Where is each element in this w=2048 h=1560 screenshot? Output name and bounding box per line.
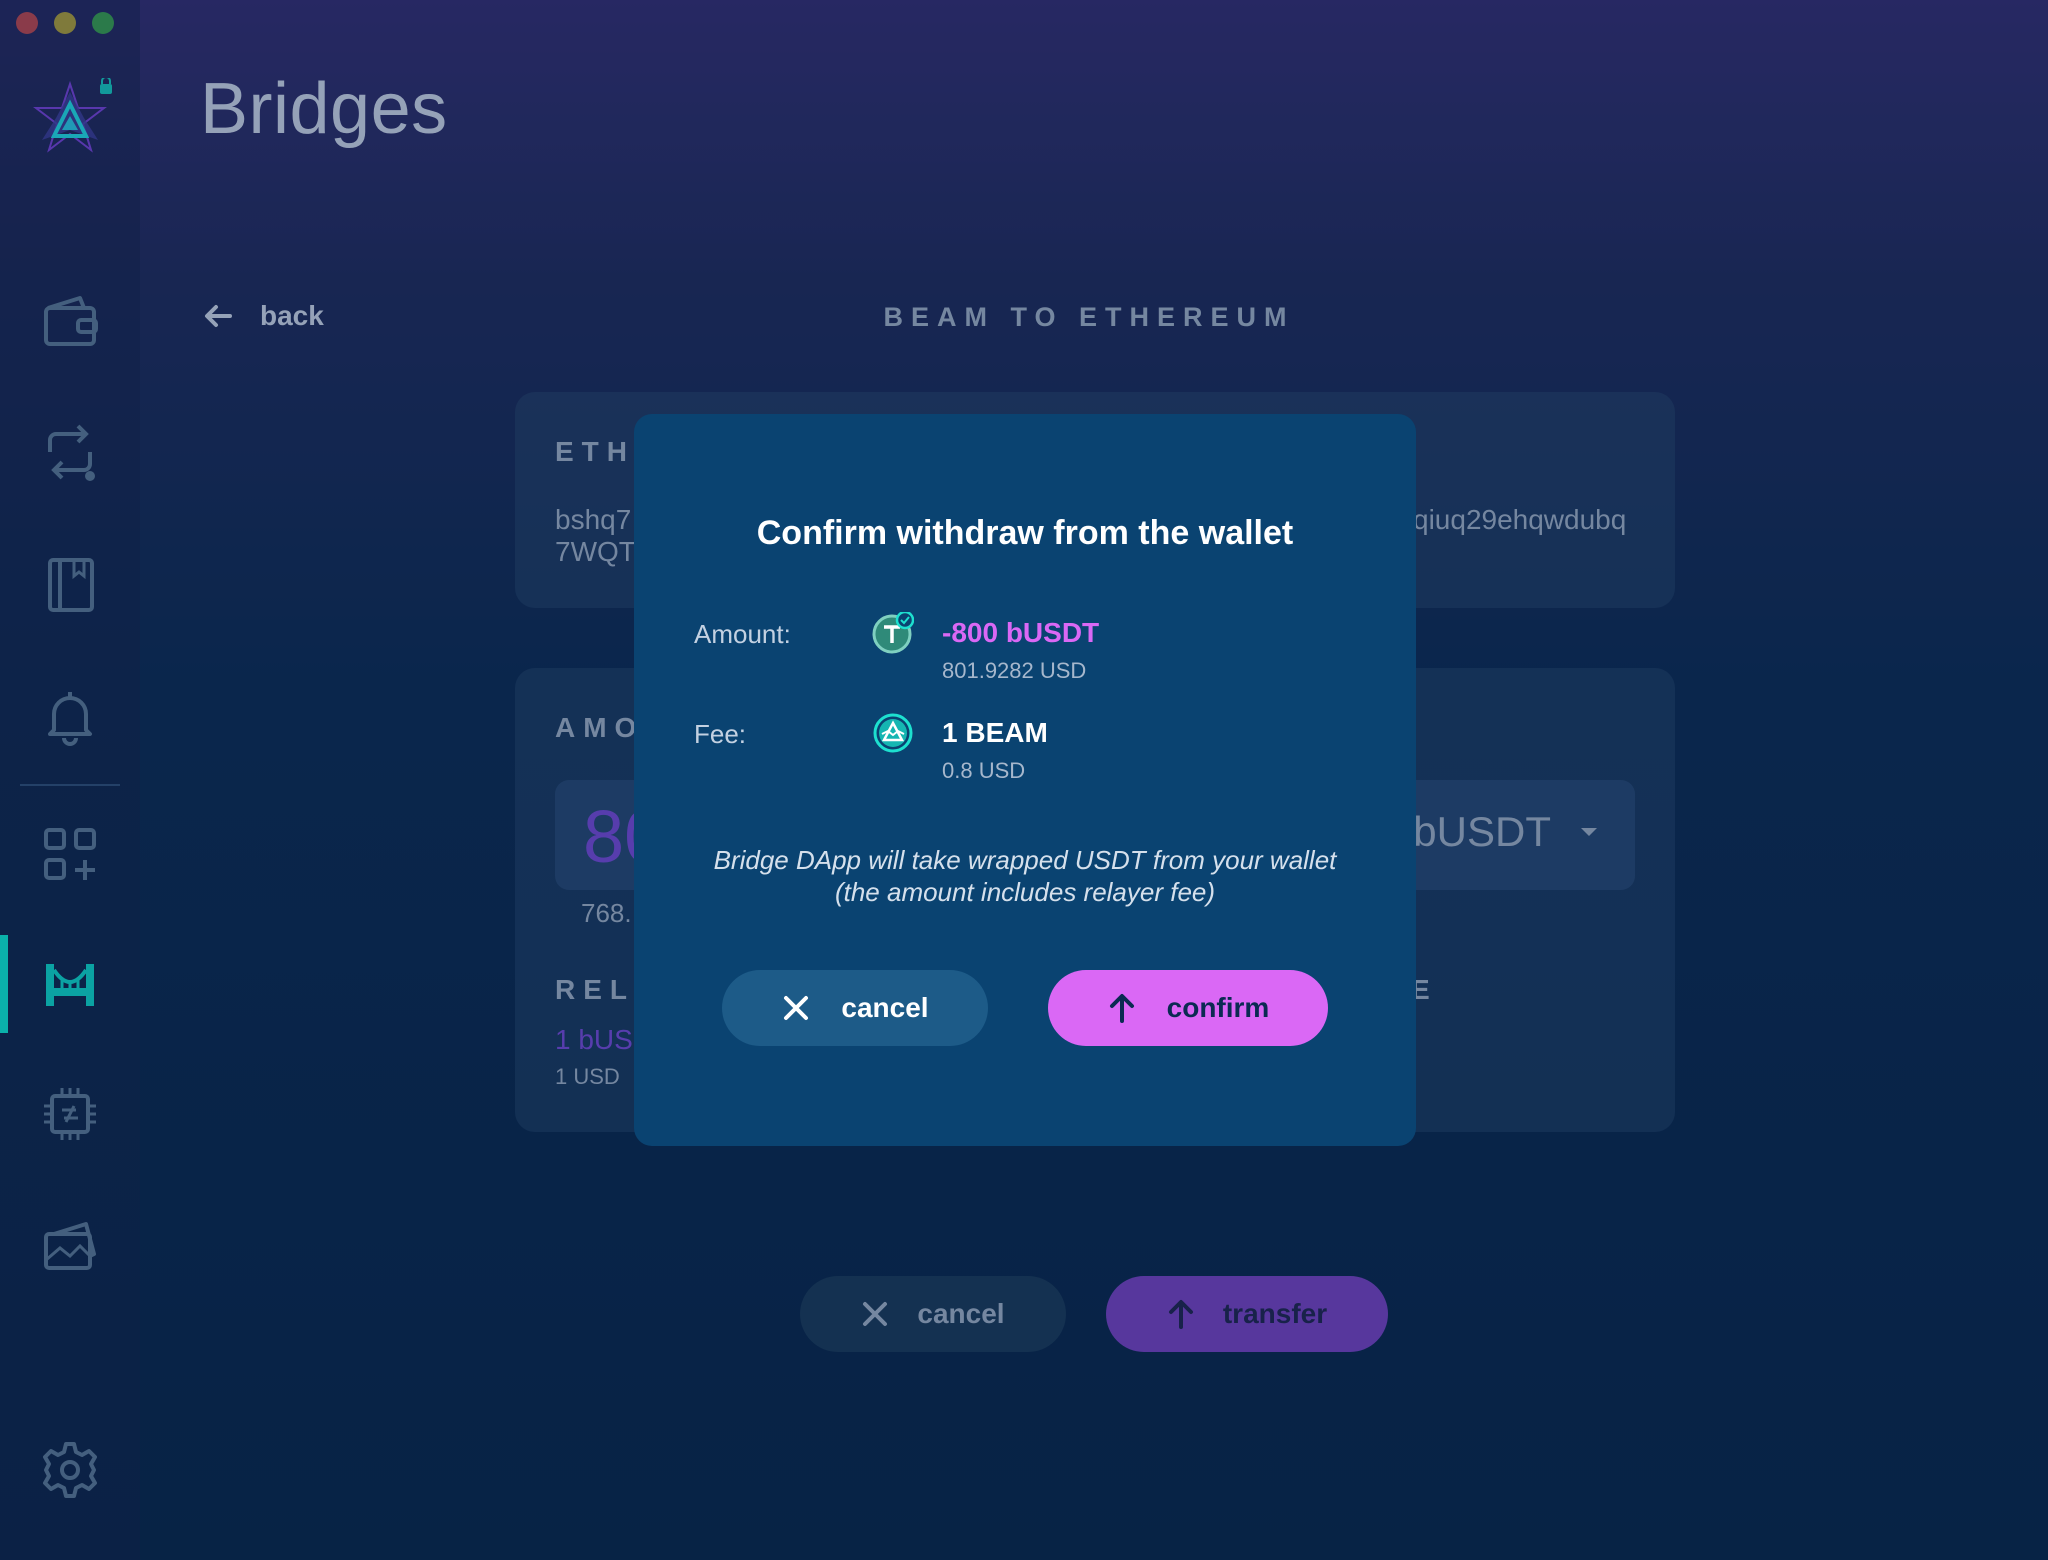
fee-row-label: Fee: <box>694 719 747 749</box>
dialog-note-line1: Bridge DApp will take wrapped USDT from … <box>713 845 1337 875</box>
dialog-cancel-label: cancel <box>841 992 929 1023</box>
dialog-confirm-button[interactable]: confirm <box>1048 970 1328 1046</box>
amount-value: -800 bUSDT <box>942 617 1100 648</box>
amount-row-label: Amount: <box>694 619 791 649</box>
dialog-title: Confirm withdraw from the wallet <box>756 514 1294 552</box>
usdt-coin-icon <box>872 610 915 654</box>
window-maximize-button[interactable] <box>92 12 114 34</box>
dialog-note: Bridge DApp will take wrapped USDT from … <box>674 844 1376 908</box>
window-minimize-button[interactable] <box>54 12 76 34</box>
window-controls <box>16 12 114 34</box>
fee-usd-value: 0.8 USD <box>942 758 1026 783</box>
arrow-up-icon <box>1109 994 1134 1023</box>
dialog-note-line2: (the amount includes relayer fee) <box>834 877 1216 907</box>
close-icon <box>784 996 809 1020</box>
beam-coin-icon <box>872 712 914 754</box>
window-close-button[interactable] <box>16 12 38 34</box>
confirm-withdraw-dialog: Confirm withdraw from the wallet Amount:… <box>634 414 1416 1146</box>
dialog-cancel-button[interactable]: cancel <box>722 970 988 1046</box>
amount-usd-value: 801.9282 USD <box>942 658 1087 683</box>
fee-value: 1 BEAM <box>942 717 1048 748</box>
dialog-confirm-label: confirm <box>1166 992 1270 1023</box>
